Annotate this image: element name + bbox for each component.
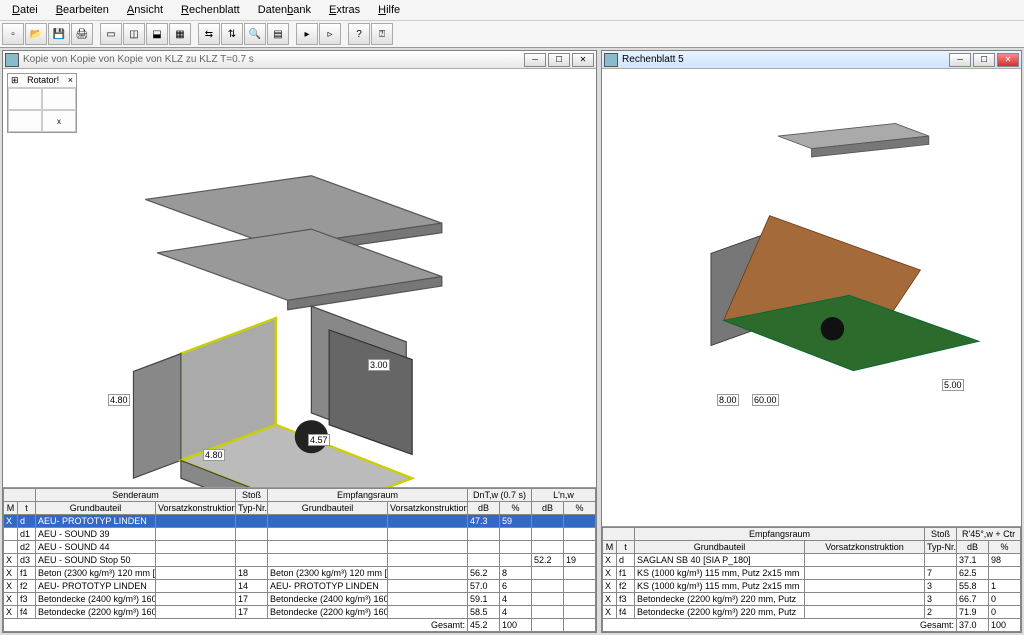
table-row[interactable]: Xf1KS (1000 kg/m³) 115 mm, Putz 2x15 mm7… <box>603 567 1021 580</box>
cascade-icon[interactable]: ▤ <box>267 23 289 45</box>
table-row[interactable]: Xf2KS (1000 kg/m³) 115 mm, Putz 2x15 mm3… <box>603 580 1021 593</box>
table-row[interactable]: Xf3Betondecke (2400 kg/m³) 160 mm [BAST]… <box>4 593 596 606</box>
help-icon[interactable]: ? <box>348 23 370 45</box>
table-row[interactable]: d2AEU - SOUND 44 <box>4 541 596 554</box>
close-button[interactable]: ✕ <box>572 53 594 67</box>
dim-b: 4.80 <box>203 449 225 461</box>
toolbar: ▫ 📂 💾 🖨 ▭ ◫ ⬓ ▦ ⇆ ⇅ 🔍 ▤ ▸ ▹ ? ⍰ <box>0 21 1024 48</box>
menu-ansicht[interactable]: Ansicht <box>119 2 171 18</box>
open-file-icon[interactable]: 📂 <box>25 23 47 45</box>
maximize-button[interactable]: ☐ <box>973 53 995 67</box>
new-file-icon[interactable]: ▫ <box>2 23 24 45</box>
window-title-left: Kopie von Kopie von Kopie von KLZ zu KLZ… <box>23 54 524 65</box>
dim-a: 8.00 <box>717 394 739 406</box>
table-row[interactable]: Xf4Betondecke (2200 kg/m³) 160 mm [BAST]… <box>4 606 596 619</box>
table-row[interactable]: Xf3Betondecke (2200 kg/m³) 220 mm, Putz3… <box>603 593 1021 606</box>
save-icon[interactable]: 💾 <box>48 23 70 45</box>
minimize-button[interactable]: ─ <box>949 53 971 67</box>
dim-c: 5.00 <box>942 379 964 391</box>
layout1-icon[interactable]: ▭ <box>100 23 122 45</box>
arrow-right2-icon[interactable]: ▹ <box>319 23 341 45</box>
viewport-left[interactable]: ⊞ Rotator! × x <box>3 69 596 487</box>
model-drawing-left <box>3 69 596 487</box>
table-row[interactable]: Xf1Beton (2300 kg/m³) 120 mm [BAST]18Bet… <box>4 567 596 580</box>
mdi-window-left: Kopie von Kopie von Kopie von KLZ zu KLZ… <box>2 50 597 633</box>
titlebar-left[interactable]: Kopie von Kopie von Kopie von KLZ zu KLZ… <box>3 51 596 69</box>
layout4-icon[interactable]: ▦ <box>169 23 191 45</box>
table-row[interactable]: Xd3AEU - SOUND Stop 5052.219 <box>4 554 596 567</box>
menu-datei[interactable]: Datei <box>4 2 46 18</box>
mdi-window-right: Rechenblatt 5 ─ ☐ ✕ <box>601 50 1022 633</box>
tile-h-icon[interactable]: ⇆ <box>198 23 220 45</box>
table-row[interactable]: Xf2AEU- PROTOTYP LINDEN14AEU- PROTOTYP L… <box>4 580 596 593</box>
table-row[interactable]: Xf4Betondecke (2200 kg/m³) 220 mm, Putz2… <box>603 606 1021 619</box>
dim-a: 4.80 <box>108 394 130 406</box>
menu-rechenblatt[interactable]: Rechenblatt <box>173 2 248 18</box>
table-row[interactable]: XdAEU- PROTOTYP LINDEN47.359 <box>4 515 596 528</box>
close-button[interactable]: ✕ <box>997 53 1019 67</box>
arrow-right-icon[interactable]: ▸ <box>296 23 318 45</box>
table-row[interactable]: XdSAGLAN SB 40 [SIA P_180]37.198 <box>603 554 1021 567</box>
table-row[interactable]: d1AEU - SOUND 39 <box>4 528 596 541</box>
tile-v-icon[interactable]: ⇅ <box>221 23 243 45</box>
layout3-icon[interactable]: ⬓ <box>146 23 168 45</box>
context-help-icon[interactable]: ⍰ <box>371 23 393 45</box>
table-left[interactable]: Senderaum Stoß Empfangsraum DnT,w (0.7 s… <box>3 487 596 632</box>
menu-hilfe[interactable]: Hilfe <box>370 2 408 18</box>
window-icon <box>5 53 19 67</box>
window-title-right: Rechenblatt 5 <box>622 54 949 65</box>
table-right[interactable]: Empfangsraum Stoß R'45°,w + Ctr Mt Grund… <box>602 526 1021 632</box>
titlebar-right[interactable]: Rechenblatt 5 ─ ☐ ✕ <box>602 51 1021 69</box>
window-icon <box>604 53 618 67</box>
maximize-button[interactable]: ☐ <box>548 53 570 67</box>
menu-bearbeiten[interactable]: Bearbeiten <box>48 2 117 18</box>
dim-b: 60.00 <box>752 394 779 406</box>
print-icon[interactable]: 🖨 <box>71 23 93 45</box>
viewport-right[interactable]: 8.00 60.00 5.00 3.00 <box>602 69 1021 526</box>
menu-datenbank[interactable]: Datenbank <box>250 2 319 18</box>
layout2-icon[interactable]: ◫ <box>123 23 145 45</box>
dim-d: 3.00 <box>368 359 390 371</box>
zoom-icon[interactable]: 🔍 <box>244 23 266 45</box>
minimize-button[interactable]: ─ <box>524 53 546 67</box>
workspace: Kopie von Kopie von Kopie von KLZ zu KLZ… <box>0 48 1024 635</box>
menubar: Datei Bearbeiten Ansicht Rechenblatt Dat… <box>0 0 1024 21</box>
dim-c: 4.57 <box>308 434 330 446</box>
menu-extras[interactable]: Extras <box>321 2 368 18</box>
